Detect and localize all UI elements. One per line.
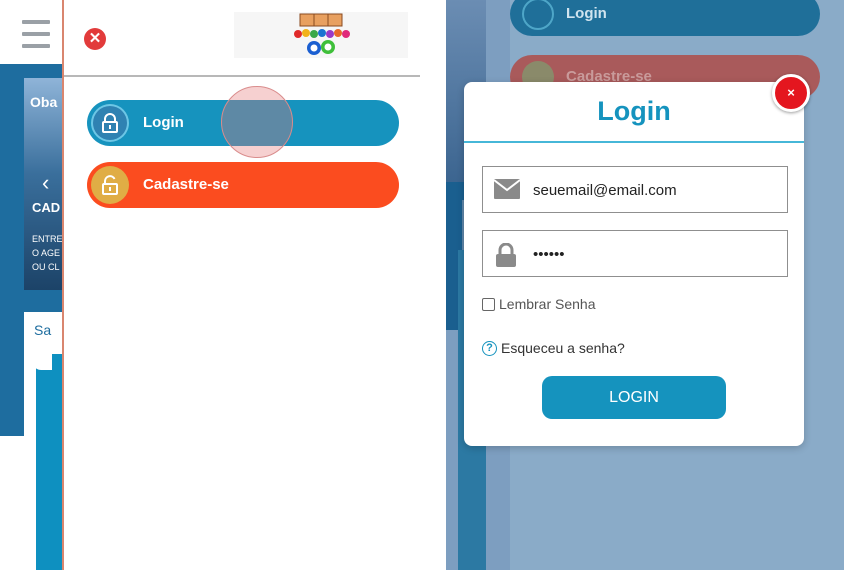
background-banner: Oba ‹ CAD ENTRE O AGE OU CL [24, 78, 64, 290]
modal-divider [464, 141, 804, 143]
forgot-password-label: Esqueceu a senha? [501, 340, 625, 356]
register-menu-label: Cadastre-se [143, 176, 229, 193]
banner-brand: Oba [30, 94, 58, 110]
background-gap [422, 0, 446, 570]
background-card [36, 354, 64, 570]
section-label: Sa [34, 322, 52, 338]
drawer-header: ✕ [64, 0, 420, 77]
question-icon: ? [482, 340, 497, 356]
side-drawer: ✕ Login Cadastre-se [62, 0, 420, 570]
close-icon[interactable]: ✕ [84, 28, 106, 50]
banner-line: O AGE [32, 248, 61, 258]
logo-area [234, 12, 408, 58]
close-icon[interactable]: × [772, 74, 810, 112]
password-input[interactable] [533, 239, 779, 269]
remember-password-checkbox[interactable]: Lembrar Senha [482, 296, 596, 312]
lock-icon [522, 0, 554, 30]
background-panel: Sa [24, 312, 64, 570]
register-menu-button[interactable]: Cadastre-se [87, 162, 399, 208]
forgot-password-link[interactable]: ? Esqueceu a senha? [482, 340, 625, 356]
dimmed-login-menu-button: Login [510, 0, 820, 36]
modal-title: Login [597, 96, 671, 126]
remember-password-label: Lembrar Senha [499, 296, 596, 312]
checkbox-box[interactable] [482, 297, 495, 311]
login-modal: Login × Lembrar Senha ? Esqueceu a senha… [464, 74, 810, 446]
login-menu-label: Login [143, 114, 184, 131]
email-field[interactable] [482, 166, 788, 213]
background-card-circle [30, 340, 52, 370]
banner-prev-icon: ‹ [42, 170, 50, 195]
tap-indicator [221, 86, 293, 158]
email-input[interactable] [533, 175, 779, 205]
right-screen: Login Cadastre-se Login × Lembrar Senha [422, 0, 844, 570]
background-page: Oba ‹ CAD ENTRE O AGE OU CL Sa [0, 0, 64, 570]
left-screen: Oba ‹ CAD ENTRE O AGE OU CL Sa ✕ Login C… [0, 0, 422, 570]
banner-heading: CAD [32, 200, 61, 215]
dimmed-login-label: Login [566, 5, 607, 22]
hamburger-icon[interactable] [22, 20, 50, 52]
banner-line: ENTRE [32, 234, 63, 244]
envelope-icon [494, 179, 520, 199]
lock-icon [496, 243, 516, 267]
lock-icon [91, 104, 129, 142]
password-field[interactable] [482, 230, 788, 277]
unlock-icon [91, 166, 129, 204]
banner-line: OU CL [32, 262, 60, 272]
login-submit-button[interactable]: LOGIN [542, 376, 726, 419]
bingo-logo [294, 13, 350, 55]
